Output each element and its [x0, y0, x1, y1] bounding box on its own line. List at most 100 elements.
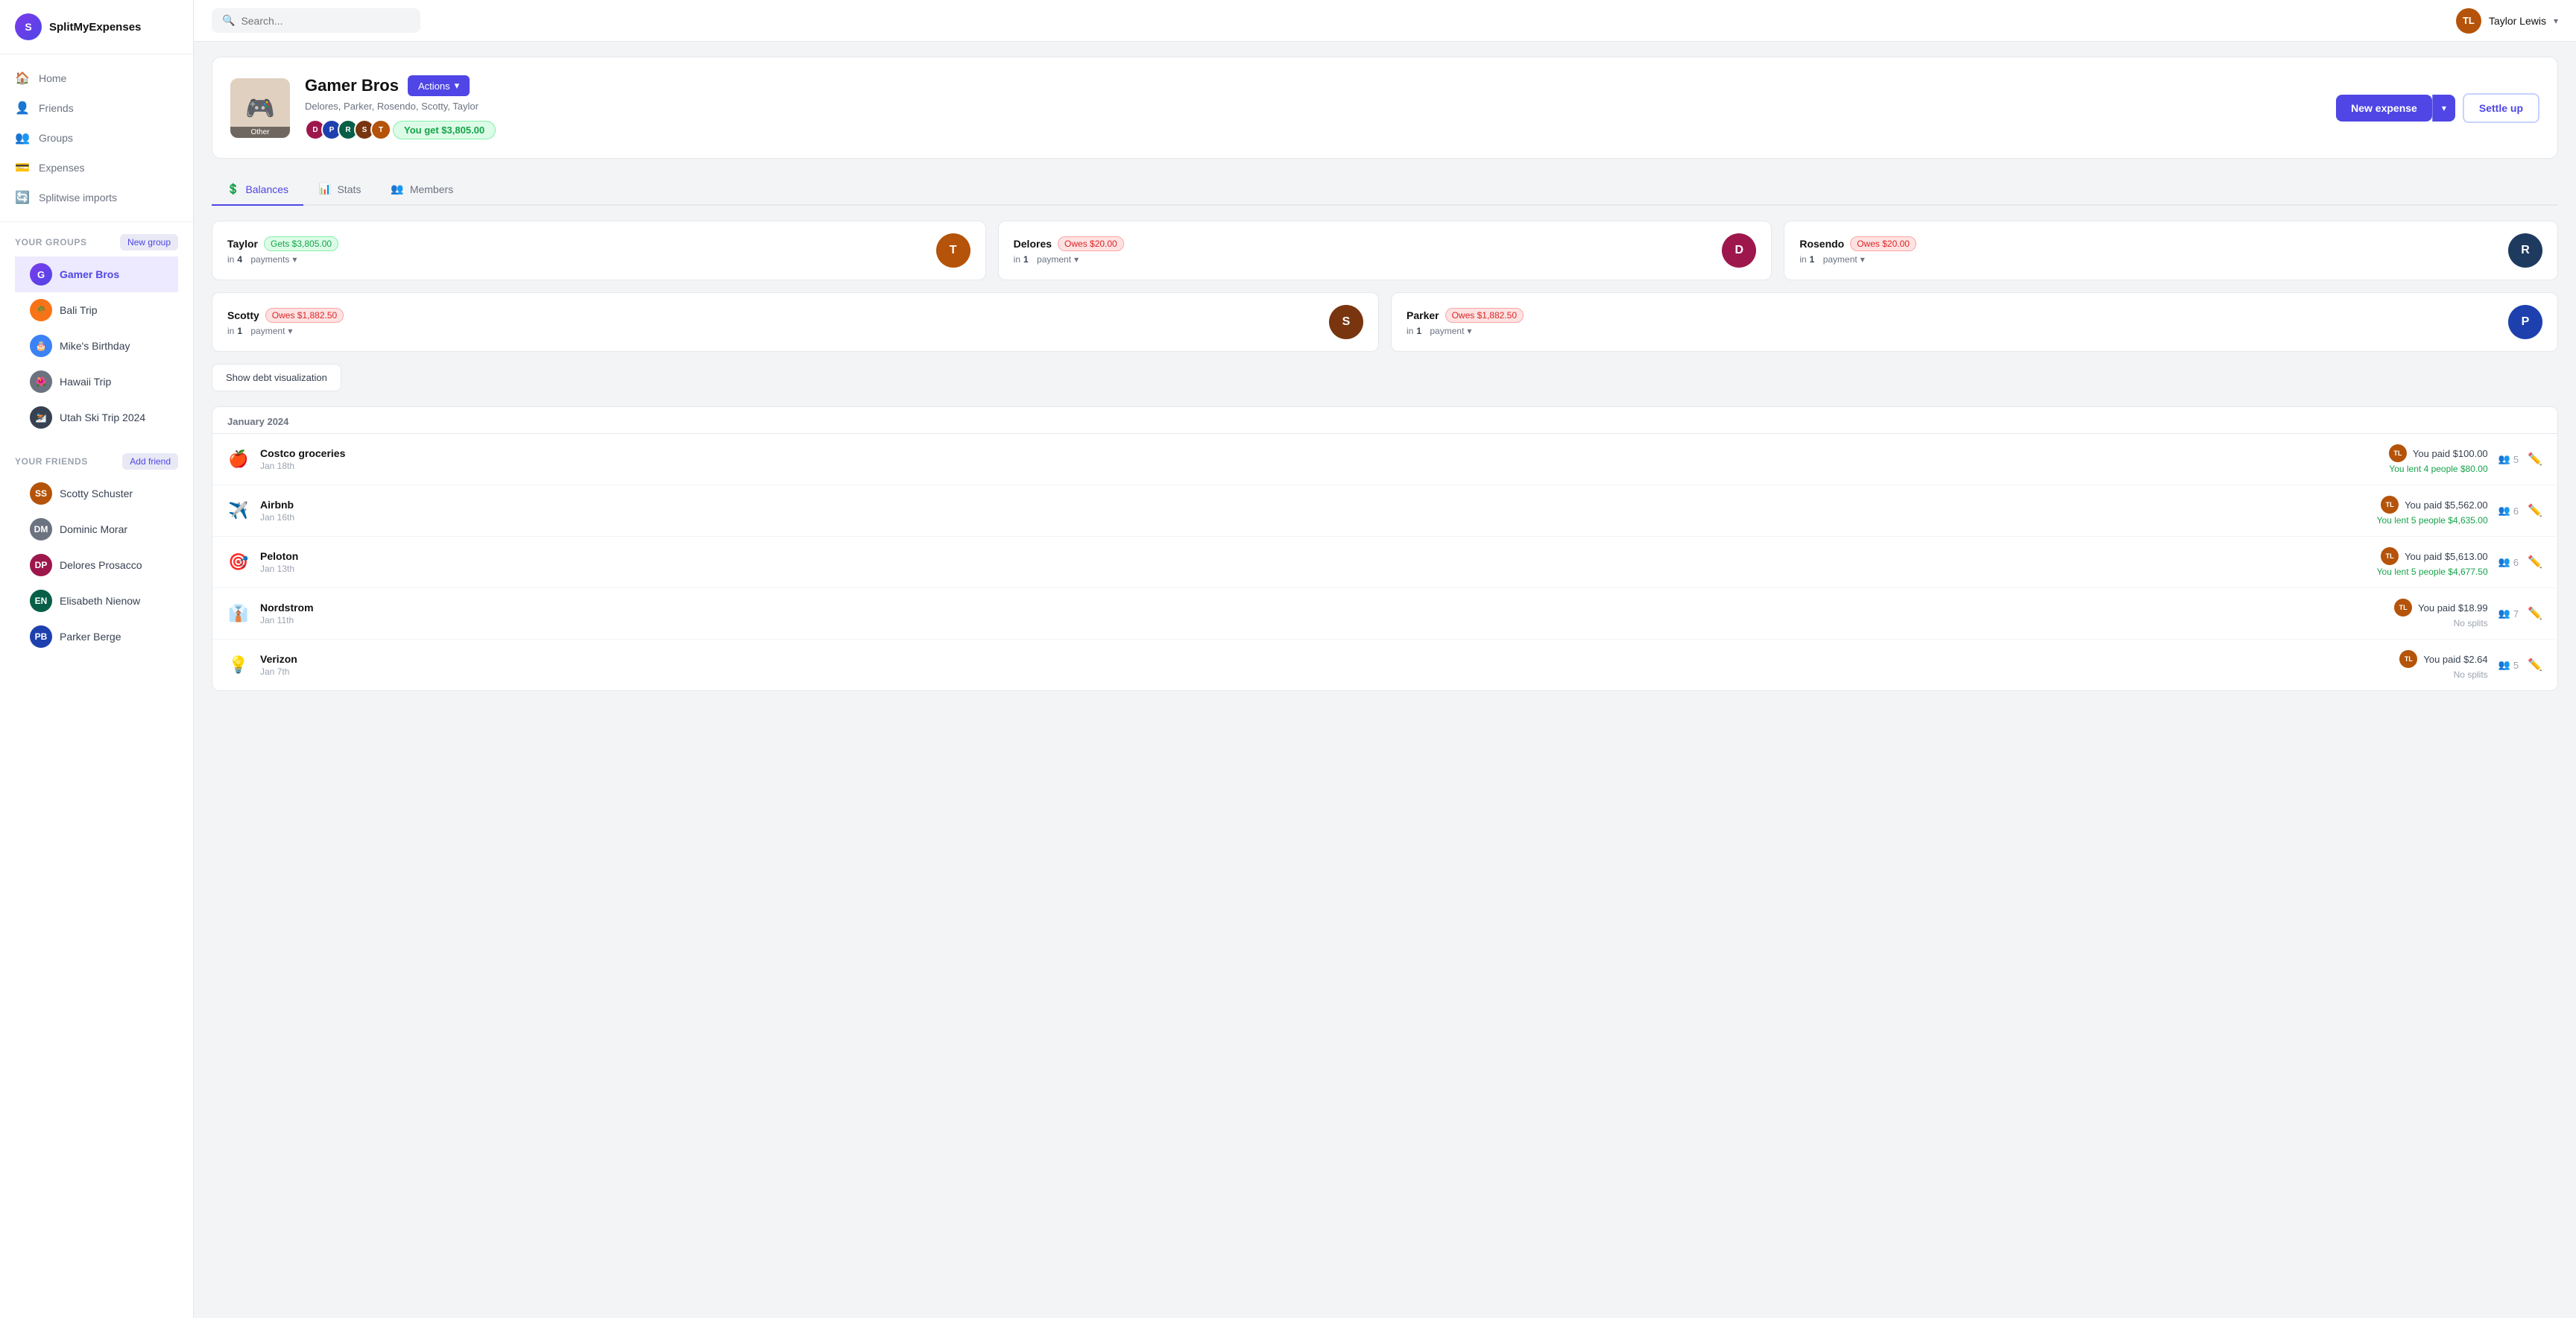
app-logo: S SplitMyExpenses — [0, 0, 193, 54]
add-friend-button[interactable]: Add friend — [122, 453, 178, 470]
parker-name: Parker Berge — [60, 631, 121, 643]
nordstrom-date: Jan 11th — [260, 615, 2384, 625]
chevron-down-icon: ▾ — [455, 80, 460, 92]
chevron-down-icon: ▾ — [2554, 16, 2558, 26]
friend-elisabeth[interactable]: EN Elisabeth Nienow — [15, 583, 178, 619]
nordstrom-payer-avatar: TL — [2394, 599, 2412, 617]
group-details: Gamer Bros Actions ▾ Delores, Parker, Ro… — [305, 75, 496, 140]
balance-card-rosendo[interactable]: Rosendo Owes $20.00 in 1 payment ▾ R — [1784, 221, 2558, 280]
group-actions: New expense ▾ Settle up — [2336, 93, 2539, 123]
sidebar-item-gamer-bros[interactable]: G Gamer Bros — [15, 256, 178, 292]
friend-delores[interactable]: DP Delores Prosacco — [15, 547, 178, 583]
peloton-name: Peloton — [260, 550, 2367, 562]
tab-members[interactable]: 👥 Members — [376, 174, 468, 206]
main-content: 🔍 TL Taylor Lewis ▾ 🎮 Other — [194, 0, 2576, 1318]
friend-dominic[interactable]: DM Dominic Morar — [15, 511, 178, 547]
hawaii-trip-avatar: 🌺 — [30, 371, 52, 393]
tab-balances[interactable]: 💲 Balances — [212, 174, 303, 206]
nav-splitwise-label: Splitwise imports — [39, 192, 117, 204]
groups-section: Your groups New group G Gamer Bros 🌴 Bal… — [0, 222, 193, 441]
search-input[interactable] — [241, 15, 410, 27]
airbnb-name: Airbnb — [260, 499, 2367, 511]
nordstrom-edit-icon[interactable]: ✏️ — [2528, 606, 2542, 621]
nav-expenses[interactable]: 💳 Expenses — [0, 153, 193, 183]
delores-badge: Owes $20.00 — [1058, 236, 1124, 251]
new-expense-dropdown-button[interactable]: ▾ — [2432, 95, 2455, 122]
new-expense-button[interactable]: New expense — [2336, 95, 2432, 122]
people-icon: 👥 — [2498, 608, 2510, 619]
scotty-name: Scotty Schuster — [60, 488, 133, 499]
verizon-date: Jan 7th — [260, 666, 2389, 677]
costco-people-count: 👥 5 — [2498, 453, 2519, 465]
nav-friends-label: Friends — [39, 102, 74, 114]
expenses-icon: 💳 — [15, 160, 30, 175]
balances-icon: 💲 — [227, 183, 239, 195]
new-expense-group: New expense ▾ — [2336, 95, 2455, 122]
actions-button[interactable]: Actions ▾ — [408, 75, 470, 96]
group-header-card: 🎮 Other Gamer Bros Actions ▾ — [212, 57, 2558, 159]
balance-card-taylor[interactable]: Taylor Gets $3,805.00 in 4 payments ▾ T — [212, 221, 986, 280]
peloton-edit-icon[interactable]: ✏️ — [2528, 555, 2542, 570]
balance-card-scotty[interactable]: Scotty Owes $1,882.50 in 1 payment ▾ S — [212, 292, 1379, 352]
splitwise-icon: 🔄 — [15, 190, 30, 205]
sidebar-item-bali-trip[interactable]: 🌴 Bali Trip — [15, 292, 178, 328]
friend-parker[interactable]: PB Parker Berge — [15, 619, 178, 655]
user-name: Taylor Lewis — [2489, 15, 2546, 27]
sidebar-item-utah-ski[interactable]: ⛷️ Utah Ski Trip 2024 — [15, 400, 178, 435]
nav-home[interactable]: 🏠 Home — [0, 63, 193, 93]
dominic-name: Dominic Morar — [60, 523, 127, 535]
nav-groups[interactable]: 👥 Groups — [0, 123, 193, 153]
balance-card-delores[interactable]: Delores Owes $20.00 in 1 payment ▾ D — [998, 221, 1772, 280]
parker-avatar: PB — [30, 625, 52, 648]
member-taylor-avatar: T — [370, 119, 391, 140]
rosendo-name: Rosendo — [1799, 238, 1844, 250]
verizon-paid: You paid $2.64 — [2423, 654, 2487, 665]
taylor-badge: Gets $3,805.00 — [264, 236, 338, 251]
avatar: TL — [2456, 8, 2481, 34]
settle-up-button[interactable]: Settle up — [2463, 93, 2539, 123]
costco-paid: You paid $100.00 — [2413, 448, 2488, 459]
chevron-down-icon: ▾ — [1467, 326, 1471, 336]
app-name: SplitMyExpenses — [49, 21, 141, 34]
parker-avatar: P — [2508, 305, 2542, 339]
nav-splitwise[interactable]: 🔄 Splitwise imports — [0, 183, 193, 212]
gamer-bros-avatar: G — [30, 263, 52, 286]
month-label: January 2024 — [212, 406, 2558, 433]
show-debt-visualization-button[interactable]: Show debt visualization — [212, 364, 341, 391]
tab-stats[interactable]: 📊 Stats — [303, 174, 376, 206]
verizon-people-count: 👥 5 — [2498, 659, 2519, 671]
expense-nordstrom: 👔 Nordstrom Jan 11th TL You paid $18.99 … — [212, 588, 2557, 640]
friend-scotty[interactable]: SS Scotty Schuster — [15, 476, 178, 511]
delores-avatar: D — [1722, 233, 1756, 268]
sidebar-item-hawaii-trip[interactable]: 🌺 Hawaii Trip — [15, 364, 178, 400]
groups-section-label: Your groups — [15, 237, 87, 247]
balance-card-parker[interactable]: Parker Owes $1,882.50 in 1 payment ▾ P — [1391, 292, 2558, 352]
scotty-badge: Owes $1,882.50 — [265, 308, 344, 323]
parker-badge: Owes $1,882.50 — [1445, 308, 1524, 323]
sidebar-item-mikes-birthday[interactable]: 🎂 Mike's Birthday — [15, 328, 178, 364]
user-menu[interactable]: TL Taylor Lewis ▾ — [2456, 8, 2558, 34]
costco-icon: 🍎 — [227, 450, 250, 469]
taylor-name: Taylor — [227, 238, 258, 250]
member-avatars: D P R S T — [305, 119, 387, 140]
costco-date: Jan 18th — [260, 461, 2378, 471]
nordstrom-people-count: 👥 7 — [2498, 608, 2519, 619]
verizon-no-splits: No splits — [2454, 669, 2488, 680]
peloton-date: Jan 13th — [260, 564, 2367, 574]
hawaii-trip-label: Hawaii Trip — [60, 376, 111, 388]
verizon-edit-icon[interactable]: ✏️ — [2528, 658, 2542, 672]
nav-friends[interactable]: 👤 Friends — [0, 93, 193, 123]
peloton-lent: You lent 5 people $4,677.50 — [2377, 567, 2488, 577]
expense-peloton: 🎯 Peloton Jan 13th TL You paid $5,613.00… — [212, 537, 2557, 588]
elisabeth-name: Elisabeth Nienow — [60, 595, 140, 607]
costco-edit-icon[interactable]: ✏️ — [2528, 452, 2542, 467]
airbnb-payer-avatar: TL — [2381, 496, 2399, 514]
expense-airbnb: ✈️ Airbnb Jan 16th TL You paid $5,562.00… — [212, 485, 2557, 537]
gamer-bros-label: Gamer Bros — [60, 268, 119, 280]
sidebar: S SplitMyExpenses 🏠 Home 👤 Friends 👥 Gro… — [0, 0, 194, 1318]
balance-grid-top: Taylor Gets $3,805.00 in 4 payments ▾ T — [212, 221, 2558, 280]
new-group-button[interactable]: New group — [120, 234, 178, 250]
nav-groups-label: Groups — [39, 132, 73, 144]
rosendo-badge: Owes $20.00 — [1850, 236, 1916, 251]
airbnb-edit-icon[interactable]: ✏️ — [2528, 503, 2542, 518]
